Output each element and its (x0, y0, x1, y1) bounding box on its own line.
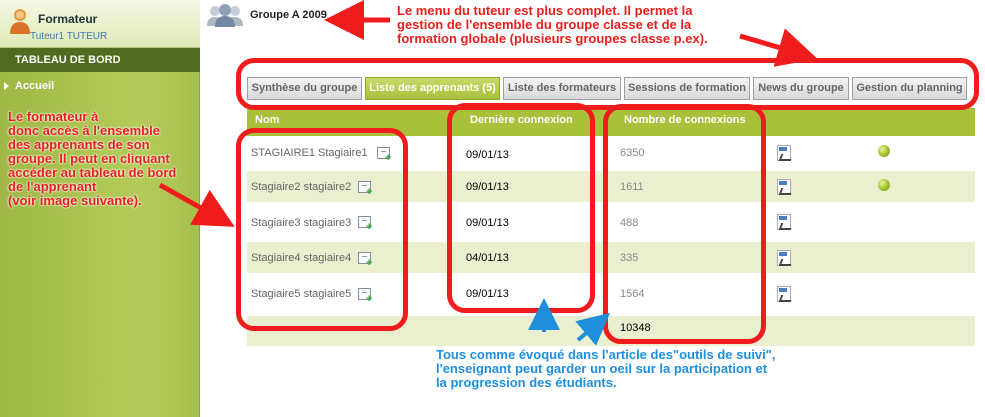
annotation-bottom: Tous comme évoqué dans l'article des"out… (436, 348, 856, 390)
arrow-right-icon (4, 82, 9, 90)
annotation-line: accéder au tableau de bord (8, 165, 177, 180)
annotation-line: gestion de l'ensemble du groupe classe e… (397, 17, 692, 32)
column-name: Nom (255, 114, 280, 126)
sidebar-item-home[interactable]: Accueil (0, 78, 200, 96)
annotation-line: Le formateur à (8, 109, 99, 124)
last-login-highlight (447, 103, 595, 313)
annotation-line: formation globale (plusieurs groupes cla… (397, 31, 708, 46)
user-role: Formateur (38, 12, 98, 26)
pdf-icon[interactable] (777, 250, 791, 266)
annotation-line: Tous comme évoqué dans l'article des"out… (436, 347, 776, 362)
annotation-line: donc accès à l'ensemble (8, 123, 160, 138)
dashboard-title: TABLEAU DE BORD (0, 48, 200, 72)
annotation-line: Le menu du tuteur est plus complet. Il p… (397, 3, 693, 18)
annotation-line: l'enseignant peut garder un oeil sur la … (436, 361, 768, 376)
pdf-icon[interactable] (777, 145, 791, 161)
pdf-icon[interactable] (777, 286, 791, 302)
sidebar: Formateur Tuteur1 TUTEUR TABLEAU DE BORD… (0, 0, 200, 417)
group-name: Groupe A 2009 (250, 9, 327, 21)
sidebar-item-label: Accueil (15, 80, 55, 92)
annotation-line: de l'apprenant (8, 179, 97, 194)
status-dot-icon (878, 179, 890, 191)
pdf-icon[interactable] (777, 179, 791, 195)
tabs-highlight (236, 58, 979, 110)
annotation-line: la progression des étudiants. (436, 375, 617, 390)
annotation-line: des apprenants de son (8, 137, 150, 152)
status-dot-icon (878, 145, 890, 157)
user-avatar-icon (10, 9, 30, 34)
annotation-left: Le formateur à donc accès à l'ensemble d… (8, 110, 198, 208)
pdf-icon[interactable] (777, 214, 791, 230)
annotation-line: groupe. Il peut en cliquant (8, 151, 170, 166)
group-people-icon (207, 4, 243, 27)
annotation-top-right: Le menu du tuteur est plus complet. Il p… (397, 4, 747, 46)
login-count-highlight (603, 104, 766, 344)
annotation-line: (voir image suivante). (8, 193, 142, 208)
names-highlight (236, 128, 408, 331)
user-name-link[interactable]: Tuteur1 TUTEUR (30, 31, 107, 42)
sidebar-header: Formateur Tuteur1 TUTEUR (0, 0, 200, 48)
